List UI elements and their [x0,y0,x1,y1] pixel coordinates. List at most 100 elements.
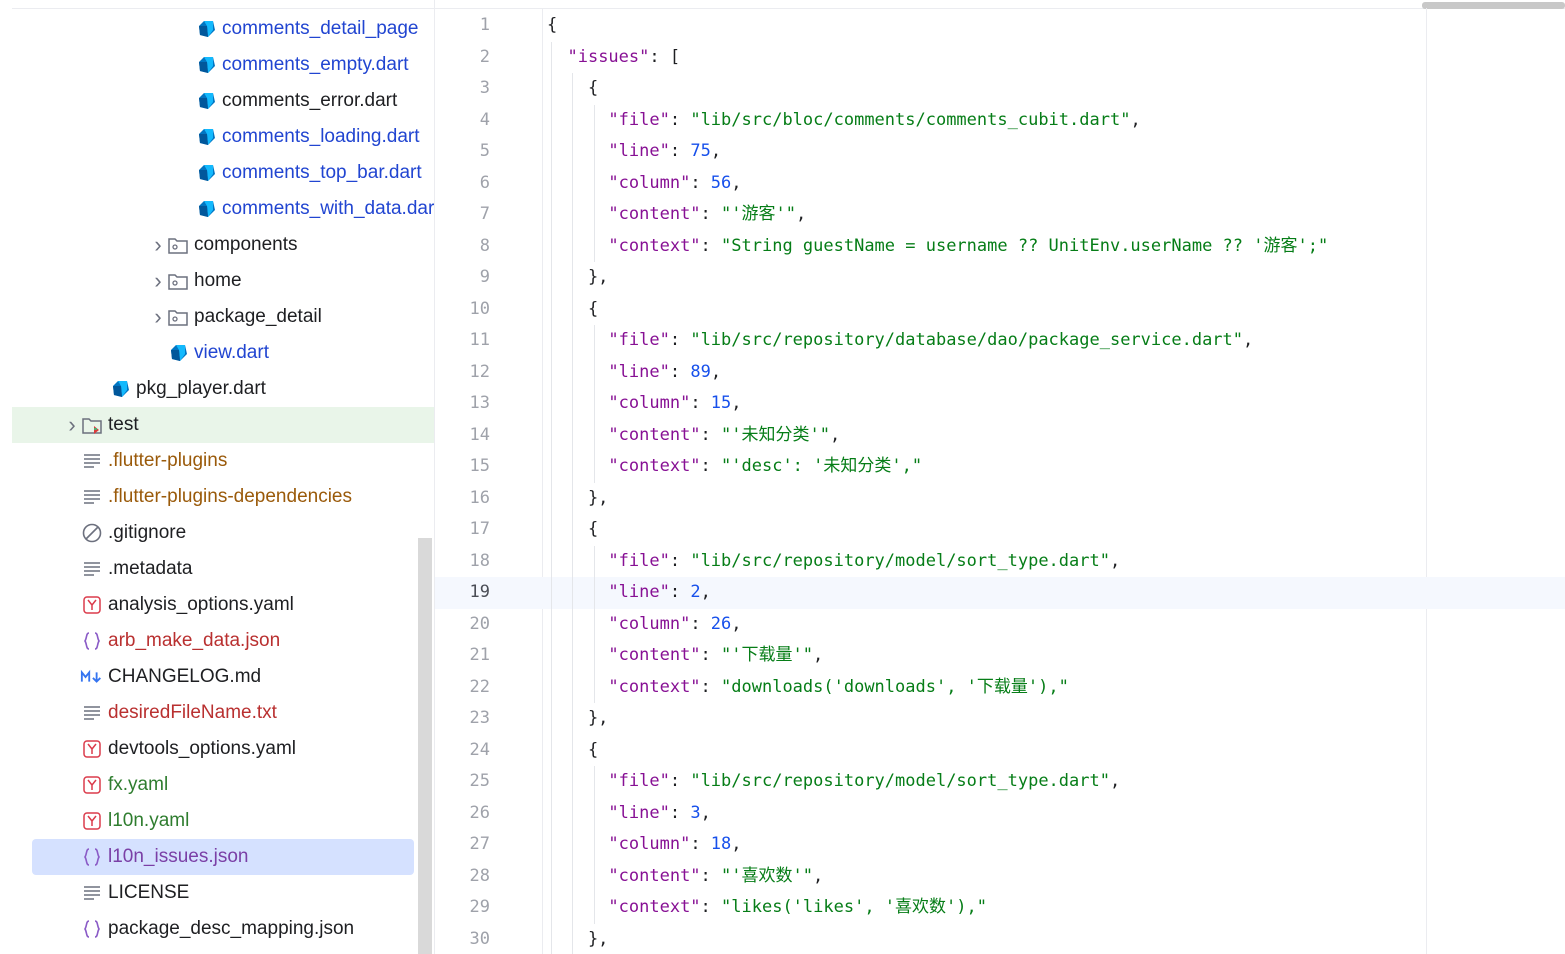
line-number: 19 [469,582,490,602]
json-punctuation: : [669,109,691,130]
json-punctuation: , [812,865,824,886]
json-punctuation [547,866,608,886]
line-number: 9 [479,267,490,287]
tree-item-comments-with-data-dart[interactable]: comments_with_data.dart [12,191,434,227]
json-punctuation: : [690,834,711,854]
tree-item-components[interactable]: › components [12,227,434,263]
code-line[interactable]: 20 "column": 26, [435,609,1565,641]
yaml-file-icon [80,593,104,617]
tree-item-home[interactable]: › home [12,263,434,299]
json-key: "file" [608,550,670,571]
code-line[interactable]: 12 "line": 89, [435,357,1565,389]
json-string: "likes('likes', '喜欢数')," [721,897,987,917]
json-punctuation: , [1109,771,1121,791]
tree-item-label: comments_with_data.dart [222,198,435,219]
code-line[interactable]: 9 }, [435,262,1565,294]
tree-item-comments-error-dart[interactable]: comments_error.dart [12,83,434,119]
editor-top-border [435,0,1565,9]
code-line[interactable]: 21 "content": "'下载量'", [435,640,1565,672]
tree-item-fx-yaml[interactable]: fx.yaml [12,767,434,803]
chevron-right-icon[interactable]: › [150,268,166,294]
tree-item-flutter-plugins[interactable]: .flutter-plugins [12,443,434,479]
code-line[interactable]: 29 "context": "likes('likes', '喜欢数')," [435,892,1565,924]
tree-item-label: comments_empty.dart [222,54,409,75]
json-punctuation [547,110,608,130]
code-line[interactable]: 3 { [435,73,1565,105]
tree-item-view-dart[interactable]: view.dart [12,335,434,371]
code-line[interactable]: 13 "column": 15, [435,388,1565,420]
chevron-right-icon[interactable]: › [150,304,166,330]
json-punctuation [547,330,608,350]
json-file-icon [80,845,104,869]
tree-item-test[interactable]: › test [12,407,434,443]
code-line[interactable]: 19 "line": 2, [435,577,1565,609]
code-line[interactable]: 24 { [435,735,1565,767]
code-editor[interactable]: 1{2 "issues": [3 {4 "file": "lib/src/blo… [435,0,1565,954]
code-line[interactable]: 25 "file": "lib/src/repository/model/sor… [435,766,1565,798]
code-line[interactable]: 26 "line": 3, [435,798,1565,830]
code-line[interactable]: 6 "column": 56, [435,168,1565,200]
json-key: "column" [608,393,691,413]
json-key: "content" [608,865,701,886]
tree-item-comments-detail-page[interactable]: comments_detail_page [12,11,434,47]
tree-item-label: l10n_issues.json [108,846,249,867]
code-line[interactable]: 28 "content": "'喜欢数'", [435,861,1565,893]
code-line[interactable]: 22 "context": "downloads('downloads', '下… [435,672,1565,704]
project-tree-scrollbar[interactable] [418,538,432,954]
json-punctuation [547,551,608,571]
code-line[interactable]: 18 "file": "lib/src/repository/model/sor… [435,546,1565,578]
tree-item-label: package_detail [194,306,322,327]
tree-item-pkg-player-dart[interactable]: pkg_player.dart [12,371,434,407]
dart-file-icon [194,89,218,113]
line-number: 16 [469,487,490,508]
code-line[interactable]: 4 "file": "lib/src/bloc/comments/comment… [435,105,1565,137]
tree-item-l10n-yaml[interactable]: l10n.yaml [12,803,434,839]
tree-item-flutter-plugins-dependencies[interactable]: .flutter-plugins-dependencies [12,479,434,515]
tree-item-changelog-md[interactable]: CHANGELOG.md [12,659,434,695]
code-line[interactable]: 30 }, [435,924,1565,954]
tree-item-analysis-options-yaml[interactable]: analysis_options.yaml [12,587,434,623]
json-string: "'游客'" [721,204,796,224]
chevron-right-icon[interactable]: › [150,232,166,258]
code-text: "line": 75, [547,136,721,168]
code-line[interactable]: 23 }, [435,703,1565,735]
code-line[interactable]: 5 "line": 75, [435,136,1565,168]
code-line[interactable]: 10 { [435,294,1565,326]
code-line[interactable]: 8 "context": "String guestName = usernam… [435,231,1565,263]
tree-item-comments-loading-dart[interactable]: comments_loading.dart [12,119,434,155]
tree-item-desiredfilename-txt[interactable]: desiredFileName.txt [12,695,434,731]
line-number: 18 [469,550,490,571]
dart-file-icon [166,341,190,365]
tree-item-license[interactable]: LICENSE [12,875,434,911]
code-text: "column": 18, [547,829,741,861]
json-string: "'未知分类'" [721,424,830,445]
code-line[interactable]: 27 "column": 18, [435,829,1565,861]
code-line[interactable]: 15 "context": "'desc': '未知分类'," [435,451,1565,483]
chevron-right-icon[interactable]: › [64,412,80,438]
tree-item-devtools-options-yaml[interactable]: devtools_options.yaml [12,731,434,767]
code-line[interactable]: 16 }, [435,483,1565,515]
code-text: "content": "'喜欢数'", [547,861,823,893]
code-line[interactable]: 7 "content": "'游客'", [435,199,1565,231]
indent-guide [551,41,552,954]
indent-guide [572,73,573,954]
tree-item-l10n-issues-json[interactable]: l10n_issues.json [32,839,414,875]
tree-item-comments-empty-dart[interactable]: comments_empty.dart [12,47,434,83]
json-key: "content" [608,424,701,445]
editor-horizontal-scrollbar[interactable] [1422,2,1565,9]
tree-item-package-desc-mapping-json[interactable]: package_desc_mapping.json [12,911,434,947]
code-line[interactable]: 11 "file": "lib/src/repository/database/… [435,325,1565,357]
code-line[interactable]: 14 "content": "'未知分类'", [435,420,1565,452]
tree-item-label: devtools_options.yaml [108,738,296,759]
tree-item-metadata[interactable]: .metadata [12,551,434,587]
tree-item-comments-top-bar-dart[interactable]: comments_top_bar.dart [12,155,434,191]
tree-item-gitignore[interactable]: .gitignore [12,515,434,551]
code-line[interactable]: 1{ [435,10,1565,42]
folder-icon [166,233,190,257]
json-key: "column" [608,172,691,193]
code-line[interactable]: 17 { [435,514,1565,546]
tree-item-package-detail[interactable]: › package_detail [12,299,434,335]
code-line[interactable]: 2 "issues": [ [435,42,1565,74]
tree-item-arb-make-data-json[interactable]: arb_make_data.json [12,623,434,659]
json-punctuation: }, [547,928,609,949]
